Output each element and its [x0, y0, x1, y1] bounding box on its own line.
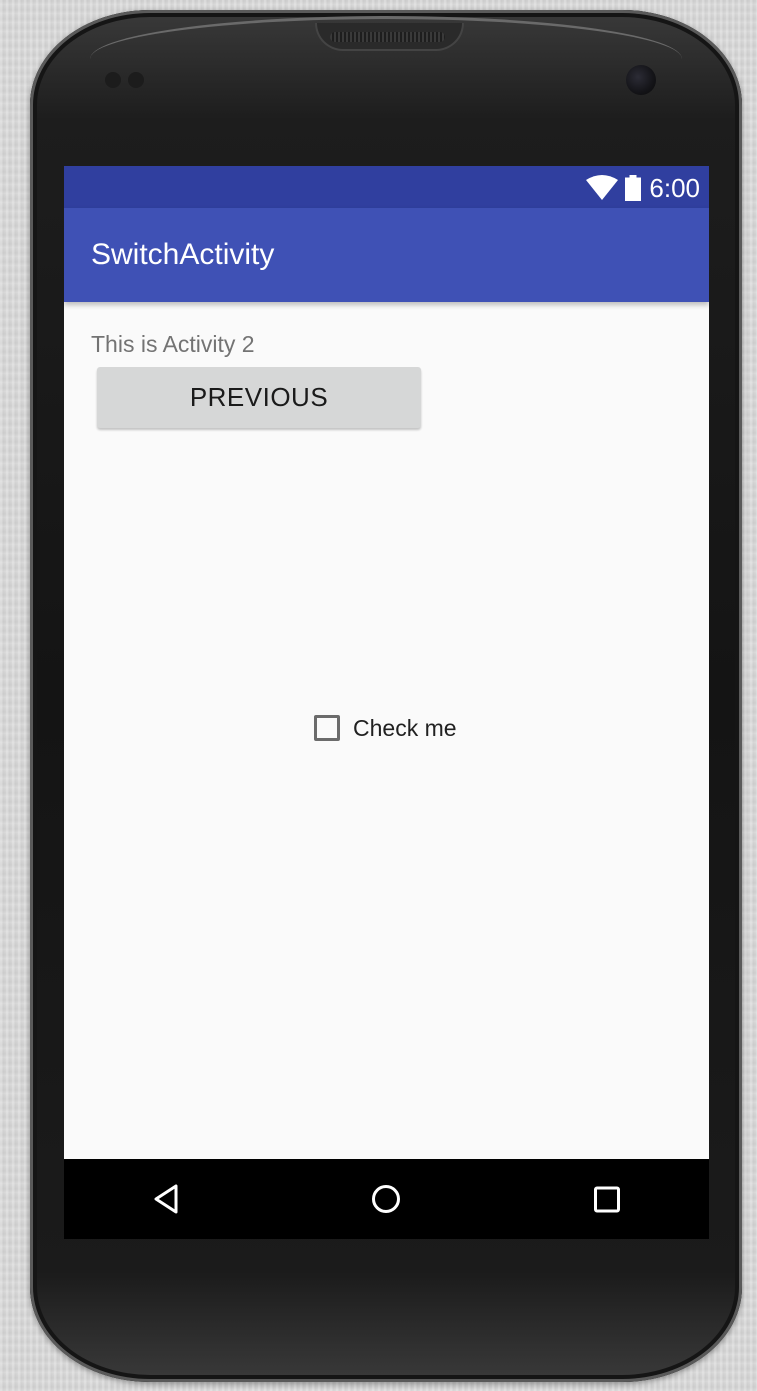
navigation-bar	[64, 1159, 709, 1239]
activity-content: This is Activity 2 PREVIOUS Check me	[64, 302, 709, 1159]
proximity-sensor	[105, 72, 121, 88]
light-sensor	[128, 72, 144, 88]
recent-apps-icon[interactable]	[587, 1179, 627, 1219]
battery-icon	[625, 175, 642, 201]
status-bar: 6:00	[64, 166, 709, 208]
activity-label: This is Activity 2	[91, 331, 255, 357]
previous-button[interactable]: PREVIOUS	[97, 367, 421, 428]
app-title: SwitchActivity	[91, 238, 275, 271]
home-icon[interactable]	[366, 1179, 406, 1219]
check-me-checkbox[interactable]: Check me	[314, 713, 457, 743]
status-icons: 6:00	[585, 174, 700, 202]
device-screen: 6:00 SwitchActivity This is Activity 2 P…	[64, 166, 709, 1239]
back-icon[interactable]	[147, 1179, 187, 1219]
front-camera	[626, 65, 656, 95]
checkbox-label[interactable]: Check me	[353, 713, 457, 743]
speaker-grill	[330, 32, 445, 42]
wifi-icon	[586, 175, 619, 200]
status-clock: 6:00	[649, 173, 700, 203]
app-bar: SwitchActivity	[64, 208, 709, 302]
checkbox-box-icon[interactable]	[314, 715, 340, 741]
